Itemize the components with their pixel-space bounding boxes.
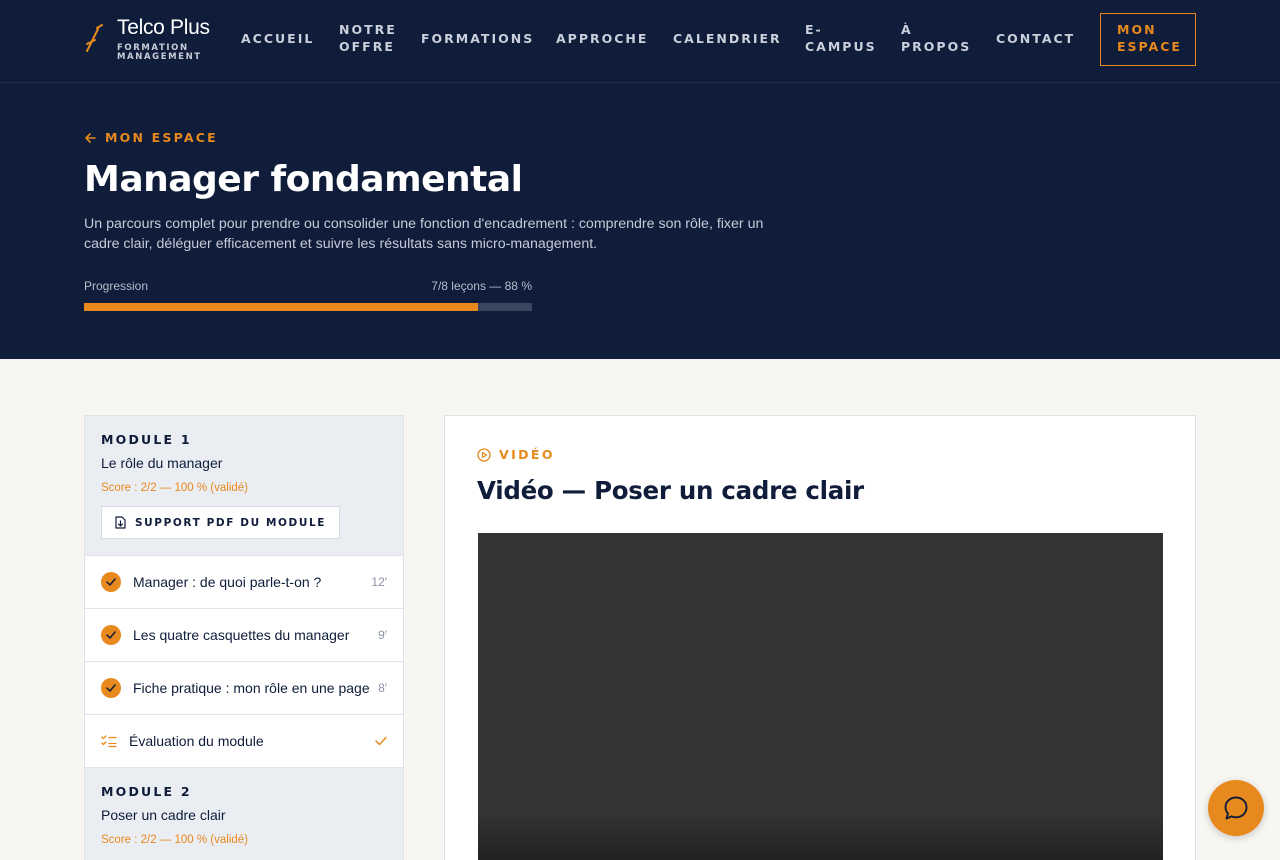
- checklist-icon: [101, 735, 117, 748]
- quiz-title: Évaluation du module: [129, 733, 264, 749]
- content-type-label: VIDÉO: [499, 447, 555, 462]
- chat-button[interactable]: [1208, 780, 1264, 836]
- quiz-item[interactable]: Évaluation du module: [85, 715, 403, 768]
- nav-contact[interactable]: CONTACT: [996, 30, 1075, 47]
- lesson-title-heading: Vidéo — Poser un cadre clair: [477, 476, 864, 505]
- check-icon: [101, 678, 121, 698]
- nav-notre-offre[interactable]: NOTRE OFFRE: [339, 21, 399, 55]
- module-score: Score : 2/2 — 100 % (validé): [101, 834, 249, 846]
- module-title: Poser un cadre clair: [101, 807, 226, 823]
- brand-tagline: FORMATION MANAGEMENT: [117, 43, 202, 62]
- lesson-duration: 9′: [378, 628, 387, 642]
- logo[interactable]: Telco Plus FORMATION MANAGEMENT: [84, 16, 210, 62]
- nav-formations[interactable]: FORMATIONS: [421, 30, 534, 47]
- module-sidebar: MODULE 1 Le rôle du manager Score : 2/2 …: [84, 415, 404, 860]
- progress-label: Progression: [84, 279, 149, 293]
- logo-mark-icon: [86, 24, 103, 52]
- module-header[interactable]: MODULE 1 Le rôle du manager Score : 2/2 …: [85, 416, 403, 556]
- chat-bubble-icon: [1224, 796, 1248, 820]
- progress-bar-fill: [84, 303, 479, 311]
- module-header[interactable]: MODULE 2 Poser un cadre clair Score : 2/…: [85, 768, 403, 860]
- lesson-item[interactable]: Fiche pratique : mon rôle en une page 8′: [85, 662, 403, 715]
- module-pdf-button[interactable]: SUPPORT PDF DU MODULE: [101, 506, 341, 539]
- file-download-icon: [115, 516, 126, 529]
- module-title: Le rôle du manager: [101, 455, 223, 471]
- play-circle-icon: [477, 447, 491, 462]
- progress-bar: [84, 303, 532, 311]
- lesson-item[interactable]: Manager : de quoi parle-t-on ? 12′: [85, 556, 403, 609]
- back-link[interactable]: MON ESPACE: [84, 130, 218, 145]
- mon-espace-button[interactable]: MON ESPACE: [1100, 13, 1196, 66]
- module-pdf-label: SUPPORT PDF DU MODULE: [135, 516, 327, 529]
- check-icon: [101, 625, 121, 645]
- lesson-item[interactable]: Les quatre casquettes du manager 9′: [85, 609, 403, 662]
- back-link-label: MON ESPACE: [105, 130, 218, 145]
- nav-e-campus[interactable]: E-CAMPUS: [805, 21, 877, 55]
- lesson-title: Manager : de quoi parle-t-on ?: [133, 574, 322, 590]
- nav-calendrier[interactable]: CALENDRIER: [673, 30, 782, 47]
- nav-a-propos[interactable]: À PROPOS: [901, 21, 973, 55]
- nav-approche[interactable]: APPROCHE: [556, 30, 648, 47]
- arrow-left-icon: [85, 132, 96, 143]
- lesson-title: Les quatre casquettes du manager: [133, 627, 350, 643]
- nav-accueil[interactable]: ACCUEIL: [241, 30, 314, 47]
- module-number: MODULE 1: [101, 432, 192, 447]
- module-score: Score : 2/2 — 100 % (validé): [101, 482, 249, 494]
- course-description: Un parcours complet pour prendre ou cons…: [84, 216, 764, 252]
- brand-name: Telco Plus: [117, 16, 210, 39]
- page-title: Manager fondamental: [84, 159, 523, 200]
- lesson-duration: 12′: [371, 575, 387, 589]
- progress-value: 7/8 leçons — 88 %: [431, 279, 532, 293]
- lesson-title: Fiche pratique : mon rôle en une page: [133, 680, 370, 696]
- module-number: MODULE 2: [101, 784, 192, 799]
- lesson-duration: 8′: [378, 681, 387, 695]
- lesson-content-card: VIDÉO Vidéo — Poser un cadre clair: [444, 415, 1196, 860]
- check-icon: [101, 572, 121, 592]
- course-hero: MON ESPACE Manager fondamental Un parcou…: [0, 83, 1280, 359]
- video-player[interactable]: [478, 533, 1163, 860]
- site-header: Telco Plus FORMATION MANAGEMENT ACCUEIL …: [0, 0, 1280, 83]
- content-type: VIDÉO: [477, 447, 555, 462]
- check-icon: [375, 736, 387, 746]
